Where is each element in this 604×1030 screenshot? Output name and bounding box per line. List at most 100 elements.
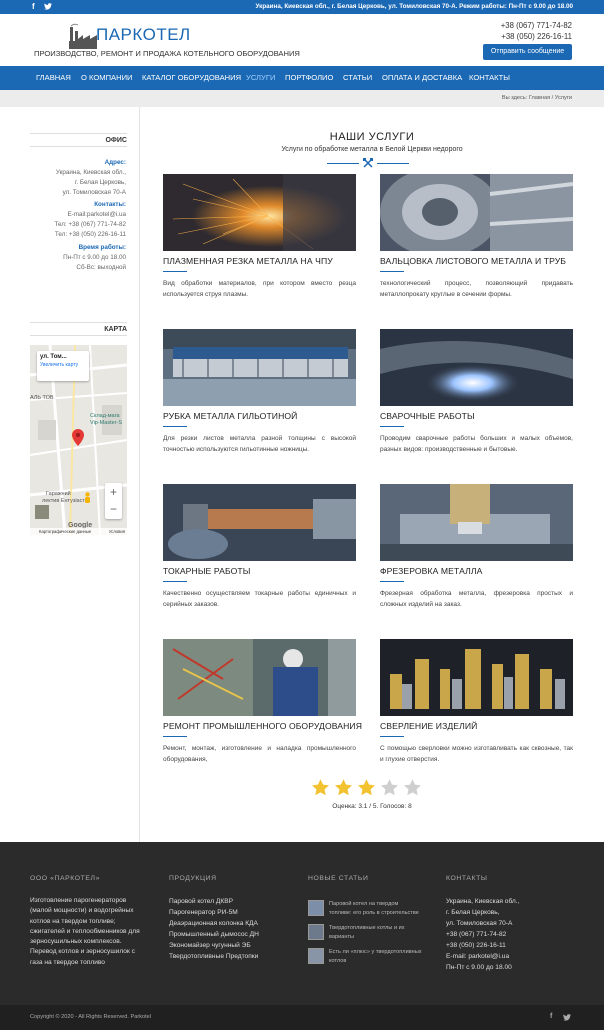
footer-line: (малой мощности) и водогрейных — [30, 907, 134, 915]
map-label: Склад-мага — [90, 413, 120, 419]
service-title[interactable]: ТОКАРНЫЕ РАБОТЫ — [163, 566, 250, 576]
phone-1[interactable]: +38 (067) 771-74-82 — [501, 20, 572, 31]
title-underline — [380, 426, 404, 427]
nav-item-portfolio[interactable]: ПОРТФОЛИО — [285, 66, 333, 90]
nav-item-home[interactable]: ГЛАВНАЯ — [36, 66, 71, 90]
map-enlarge-link[interactable]: Увеличить карту — [40, 362, 86, 368]
service-description: Фрезерная обработка металла, фрезеровка … — [380, 590, 573, 608]
phone-line[interactable]: Тел: +38 (050) 226-16-11 — [54, 230, 126, 240]
factory-logo-icon[interactable] — [68, 23, 98, 49]
title-underline — [163, 581, 187, 582]
service-image[interactable] — [163, 484, 356, 561]
nav-item-payment[interactable]: ОПЛАТА И ДОСТАВКА — [382, 66, 462, 90]
service-title[interactable]: СВАРОЧНЫЕ РАБОТЫ — [380, 411, 475, 421]
breadcrumb-prefix: Вы здесь: — [501, 95, 528, 101]
footer-twitter-icon[interactable] — [563, 1014, 571, 1023]
article-link[interactable]: Паровой котел на твердом топливе: его ро… — [329, 900, 439, 918]
service-description: С помощью сверловки можно изготавливать … — [380, 745, 573, 763]
service-title[interactable]: ПЛАЗМЕННАЯ РЕЗКА МЕТАЛЛА НА ЧПУ — [163, 256, 333, 266]
nav-item-contacts[interactable]: КОНТАКТЫ — [469, 66, 510, 90]
footer-contacts-text: Украина, Киевская обл., г. Белая Церковь… — [446, 896, 519, 973]
footer-product-link[interactable]: Твердотопливные Предтопки — [169, 951, 259, 962]
map-footer: Картографические данные Условия — [30, 528, 127, 535]
footer-phone[interactable]: +38 (067) 771-74-82 — [446, 929, 519, 940]
hours-label: Время работы: — [78, 244, 126, 251]
footer-products-list: Паровой котел ДКВР Парогенератор РИ-5М Д… — [169, 896, 259, 962]
footer-product-link[interactable]: Деаэрационная колонка КДА — [169, 918, 259, 929]
service-image[interactable] — [380, 174, 573, 251]
article-line: Паровой котел на твердом — [329, 901, 399, 907]
map-label: Vip-Master-S — [90, 420, 122, 426]
article-line: Твердотопливные котлы и их — [329, 925, 405, 931]
service-image[interactable] — [163, 639, 356, 716]
article-thumbnail[interactable] — [308, 948, 324, 964]
send-message-button[interactable]: Отправить сообщение — [483, 44, 572, 60]
email-link[interactable]: E-mail:parkotel@i.ua — [54, 210, 126, 220]
nav-item-articles[interactable]: СТАТЬИ — [343, 66, 372, 90]
article-link[interactable]: Твердотопливные котлы и их варианты — [329, 924, 439, 942]
google-map[interactable]: ул. Том... Увеличить карту АЛЬ ТОВ Склад… — [30, 345, 127, 535]
star-icon[interactable] — [380, 778, 399, 797]
map-label: АЛЬ ТОВ — [30, 395, 54, 401]
footer-phone[interactable]: +38 (050) 226-16-11 — [446, 940, 519, 951]
nav-item-catalog[interactable]: КАТАЛОГ ОБОРУДОВАНИЯ — [142, 66, 241, 90]
map-heading: КАРТА — [30, 322, 127, 336]
nav-item-about[interactable]: О КОМПАНИИ — [81, 66, 133, 90]
service-image[interactable] — [380, 484, 573, 561]
footer-line: зерносушильных комплексов. — [30, 938, 122, 946]
phone-line[interactable]: Тел: +38 (067) 771-74-82 — [54, 220, 126, 230]
copyright: Copyright © 2020 - All Rights Reserved. … — [30, 1014, 152, 1020]
footer-product-link[interactable]: Промышленный дымосос ДН — [169, 929, 259, 940]
service-title[interactable]: ФРЕЗЕРОВКА МЕТАЛЛА — [380, 566, 482, 576]
breadcrumb-home[interactable]: Главная — [529, 95, 550, 101]
phone-2[interactable]: +38 (050) 226-16-11 — [501, 31, 572, 42]
pegman-icon[interactable] — [83, 492, 92, 503]
footer-line: г. Белая Церковь, — [446, 909, 500, 916]
topbar-info: Украина, Киевская обл., г. Белая Церковь… — [255, 3, 573, 10]
service-title[interactable]: РЕМОНТ ПРОМЫШЛЕННОГО ОБОРУДОВАНИЯ — [163, 721, 362, 731]
star-icon[interactable] — [334, 778, 353, 797]
top-bar: f Украина, Киевская обл., г. Белая Церко… — [0, 0, 604, 14]
address-label: Адрес: — [104, 159, 126, 166]
divider — [327, 163, 359, 164]
footer-email[interactable]: E-mail: parkotel@i.ua — [446, 951, 519, 962]
star-icon[interactable] — [357, 778, 376, 797]
twitter-icon[interactable] — [44, 3, 52, 13]
brand-name[interactable]: ПАРКОТЕЛ — [96, 25, 191, 45]
breadcrumb-bar: Вы здесь: Главная / Услуги — [0, 90, 604, 107]
title-underline — [380, 736, 404, 737]
service-image[interactable] — [163, 329, 356, 406]
service-title[interactable]: СВЕРЛЕНИЕ ИЗДЕЛИЙ — [380, 721, 477, 731]
footer-line: газа на твердое топливо — [30, 958, 105, 966]
service-description: Ремонт, монтаж, изготовление и наладка п… — [163, 745, 356, 763]
footer-product-link[interactable]: Паровой котел ДКВР — [169, 896, 259, 907]
star-icon[interactable] — [311, 778, 330, 797]
article-line: варианты — [329, 934, 355, 940]
star-icon[interactable] — [403, 778, 422, 797]
map-terms-link[interactable]: Условия — [109, 529, 125, 534]
office-address: Адрес: Украина, Киевская обл., г. Белая … — [54, 158, 126, 273]
nav-item-services[interactable]: УСЛУГИ — [246, 66, 275, 90]
service-title[interactable]: РУБКА МЕТАЛЛА ГИЛЬОТИНОЙ — [163, 411, 297, 421]
page-title: НАШИ УСЛУГИ — [329, 131, 415, 143]
facebook-icon[interactable]: f — [32, 2, 35, 12]
zoom-out-button[interactable]: − — [105, 501, 122, 519]
article-thumbnail[interactable] — [308, 900, 324, 916]
service-title[interactable]: ВАЛЬЦОВКА ЛИСТОВОГО МЕТАЛЛА И ТРУБ — [380, 256, 566, 266]
hours-line: Сб-Вс: выходной — [76, 264, 126, 271]
address-line: г. Белая Церковь, — [74, 179, 126, 186]
article-line: топливе: его роль в строительстве — [329, 910, 419, 916]
title-underline — [380, 271, 404, 272]
title-underline — [163, 271, 187, 272]
article-thumbnail[interactable] — [308, 924, 324, 940]
zoom-in-button[interactable]: + — [105, 483, 122, 501]
map-marker-icon[interactable] — [72, 429, 84, 446]
article-link[interactable]: Есть ли «плюс» у твердотопливных котлов — [329, 948, 444, 966]
service-image[interactable] — [380, 639, 573, 716]
header-phones: +38 (067) 771-74-82 +38 (050) 226-16-11 — [501, 20, 572, 42]
footer-facebook-icon[interactable]: f — [550, 1013, 552, 1020]
footer-product-link[interactable]: Экономайзер чугунный ЭБ — [169, 940, 259, 951]
footer-product-link[interactable]: Парогенератор РИ-5М — [169, 907, 259, 918]
service-image[interactable] — [380, 329, 573, 406]
service-image[interactable] — [163, 174, 356, 251]
